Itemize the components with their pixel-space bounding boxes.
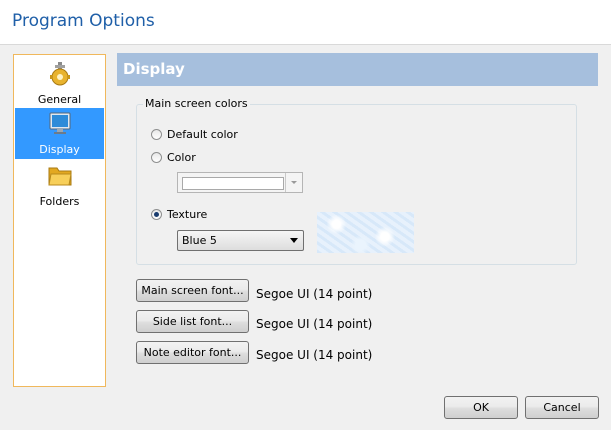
note-editor-font-value: Segoe UI (14 point) [256, 348, 373, 362]
sidebar-item-display[interactable]: Display [15, 108, 104, 159]
note-editor-font-button[interactable]: Note editor font... [136, 341, 249, 364]
texture-preview [317, 212, 414, 253]
title-bar: Program Options [0, 0, 611, 45]
color-label: Color [167, 151, 196, 164]
chevron-down-icon [290, 238, 298, 243]
ok-button[interactable]: OK [444, 396, 518, 419]
group-legend: Main screen colors [143, 97, 250, 110]
section-header: Display [117, 53, 598, 86]
color-radio[interactable] [151, 152, 162, 163]
color-picker[interactable] [177, 172, 303, 193]
monitor-icon [47, 111, 73, 137]
side-list-font-button[interactable]: Side list font... [136, 310, 249, 333]
sidebar-item-label: Display [39, 143, 80, 156]
texture-select-value: Blue 5 [182, 234, 217, 247]
section-title: Display [123, 60, 185, 78]
texture-radio[interactable] [151, 209, 162, 220]
texture-select[interactable]: Blue 5 [177, 230, 304, 251]
sidebar-item-folders[interactable]: Folders [15, 160, 104, 211]
sidebar-item-label: Folders [39, 195, 80, 208]
folder-icon [47, 163, 73, 189]
main-screen-font-button[interactable]: Main screen font... [136, 279, 249, 302]
window-title: Program Options [12, 11, 155, 31]
default-color-label: Default color [167, 128, 238, 141]
color-dropdown[interactable] [285, 173, 302, 192]
color-swatch [182, 177, 284, 190]
sidebar: General Display Folders [13, 54, 106, 387]
cancel-button[interactable]: Cancel [525, 396, 599, 419]
side-list-font-value: Segoe UI (14 point) [256, 317, 373, 331]
sidebar-item-general[interactable]: General [15, 58, 104, 109]
texture-label: Texture [167, 208, 208, 221]
sidebar-item-label: General [37, 93, 82, 106]
main-screen-font-value: Segoe UI (14 point) [256, 287, 373, 301]
chevron-down-icon [291, 181, 297, 184]
default-color-radio[interactable] [151, 129, 162, 140]
gear-icon [47, 61, 73, 87]
